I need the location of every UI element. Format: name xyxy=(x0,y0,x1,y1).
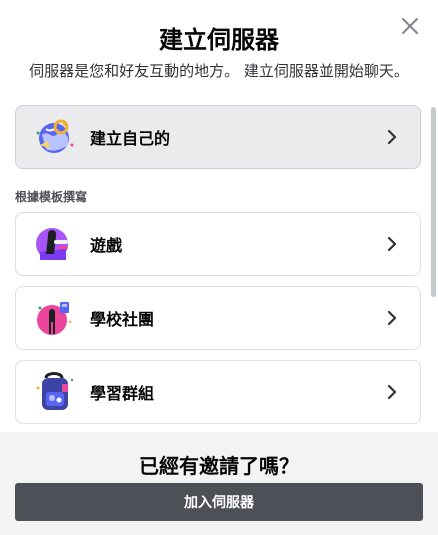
modal-subtitle: 伺服器是您和好友互動的地方。 建立伺服器並開始聊天。 xyxy=(29,62,409,80)
modal-title: 建立伺服器 xyxy=(159,26,279,54)
join-server-button[interactable]: 加入伺服器 xyxy=(15,483,423,521)
template-section-label: 根據模板撰寫 xyxy=(15,190,88,204)
template-option-school-club[interactable]: 學校社團 xyxy=(15,286,421,350)
options-list[interactable]: 建立自己的 根據模板撰寫 遊戲 學校社團 學習群組 xyxy=(0,100,438,432)
chevron-right-icon xyxy=(380,125,404,149)
gaming-icon xyxy=(32,220,76,268)
create-server-modal: 建立伺服器 伺服器是您和好友互動的地方。 建立伺服器並開始聊天。 建立自己的 根… xyxy=(0,0,438,535)
create-own-label: 建立自己的 xyxy=(90,129,171,148)
footer-title: 已經有邀請了嗎？ xyxy=(139,454,299,478)
template-label: 學習群組 xyxy=(90,384,155,403)
scrollbar-thumb[interactable] xyxy=(431,107,436,297)
modal-footer: 已經有邀請了嗎？ 加入伺服器 xyxy=(0,432,438,535)
template-label: 遊戲 xyxy=(90,236,123,255)
template-option-study-group[interactable]: 學習群組 xyxy=(15,360,421,424)
chevron-right-icon xyxy=(380,232,404,256)
study-group-icon xyxy=(32,368,76,416)
chevron-right-icon xyxy=(380,380,404,404)
globe-icon xyxy=(32,113,76,161)
template-option-gaming[interactable]: 遊戲 xyxy=(15,212,421,276)
create-own-option[interactable]: 建立自己的 xyxy=(15,105,421,169)
template-label: 學校社團 xyxy=(90,310,155,329)
school-club-icon xyxy=(32,294,76,342)
chevron-right-icon xyxy=(380,306,404,330)
